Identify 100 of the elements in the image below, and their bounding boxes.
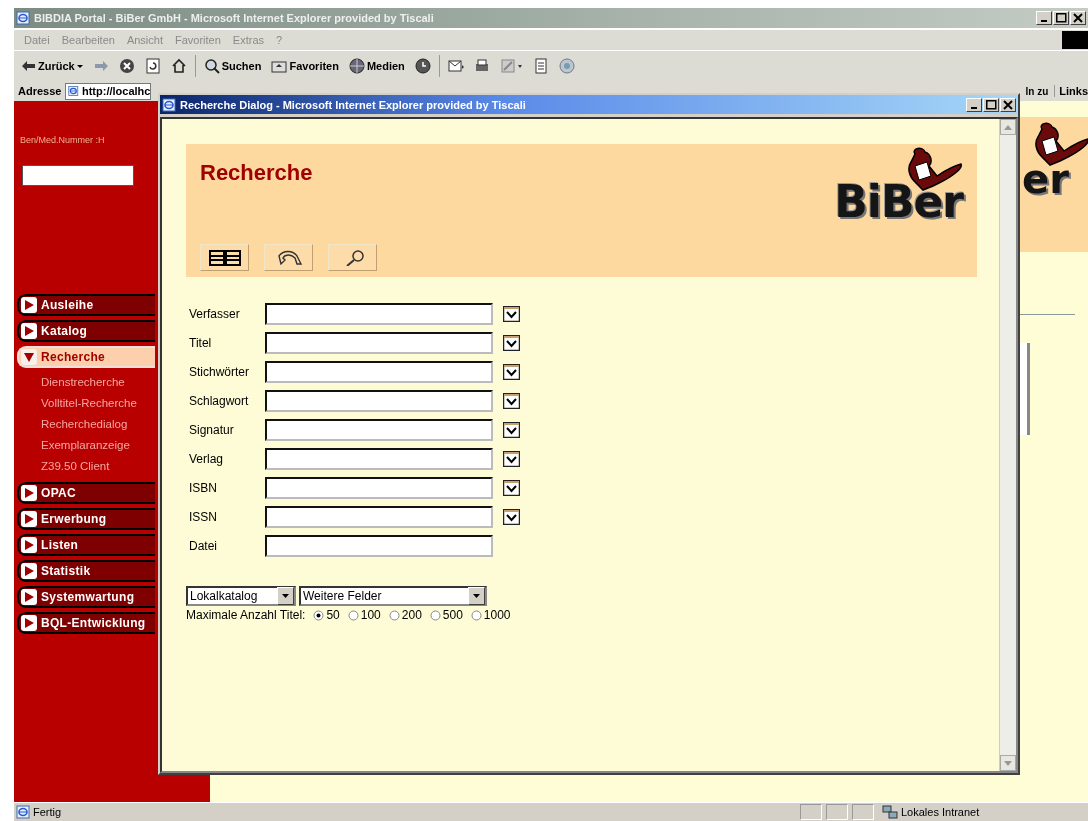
number-input-field[interactable] — [22, 165, 134, 186]
search-input-field[interactable] — [265, 303, 493, 325]
network-icon — [882, 805, 898, 819]
stop-icon — [118, 58, 135, 74]
picker-button[interactable] — [503, 451, 520, 467]
caret-icon — [473, 594, 480, 598]
refresh-icon — [144, 58, 161, 74]
printer-icon — [473, 58, 490, 74]
sidebar-subitem[interactable]: Volltitel-Recherche — [41, 397, 155, 409]
radio-option[interactable]: 500 — [429, 608, 463, 622]
sidebar-nav-item[interactable]: Ausleihe — [17, 294, 155, 316]
toolbar-button[interactable]: Zurück — [18, 58, 85, 74]
radio-option[interactable]: 200 — [388, 608, 422, 622]
search-input-field[interactable] — [265, 361, 493, 383]
field-label: Verfasser — [189, 307, 241, 321]
status-panel — [800, 804, 822, 820]
sidebar-nav-item[interactable]: Listen — [17, 534, 155, 556]
field-label: ISBN — [189, 481, 218, 495]
fields-select[interactable]: Weitere Felder — [299, 586, 487, 606]
ie-page-icon — [162, 97, 176, 112]
toolbar-button[interactable]: Favoriten — [269, 58, 341, 74]
search-input-field[interactable] — [265, 448, 493, 470]
sidebar-nav-item[interactable]: Recherche — [17, 346, 155, 368]
clock-globe-icon — [414, 58, 431, 74]
field-label: Verlag — [189, 452, 225, 466]
search-input-field[interactable] — [265, 506, 493, 528]
caret-icon — [282, 594, 289, 598]
sidebar-subitem[interactable]: Dienstrecherche — [41, 376, 155, 388]
picker-button[interactable] — [503, 306, 520, 322]
minimize-button[interactable] — [966, 97, 982, 112]
status-panel — [826, 804, 848, 820]
address-label: Adresse — [18, 85, 62, 97]
ie-page-icon — [16, 11, 30, 25]
toolbar-button[interactable] — [328, 244, 377, 271]
search-input-field[interactable] — [265, 419, 493, 441]
search-input-field[interactable] — [265, 477, 493, 499]
document-icon — [532, 58, 549, 74]
picker-button[interactable] — [503, 480, 520, 496]
close-icon — [1073, 13, 1083, 23]
sidebar-nav-item[interactable]: OPAC — [17, 482, 155, 504]
field-label: Ben/Med.Nummer :H — [20, 135, 106, 145]
ie-page-icon — [68, 84, 79, 98]
sidebar-subitem[interactable]: Exemplaranzeige — [41, 439, 155, 451]
radio-option[interactable]: 1000 — [470, 608, 511, 622]
picker-button[interactable] — [503, 364, 520, 380]
picker-button[interactable] — [503, 335, 520, 351]
forward-arrow-icon — [92, 58, 109, 74]
table-icon — [208, 249, 241, 266]
catalog-select[interactable]: Lokalkatalog — [186, 586, 296, 606]
home-icon — [170, 58, 187, 74]
go-label[interactable]: ln zu — [1025, 85, 1049, 97]
links-label[interactable]: Links — [1054, 85, 1088, 97]
field-label: ISSN — [189, 510, 218, 524]
sidebar-nav-item[interactable]: Katalog — [17, 320, 155, 342]
maximize-button[interactable] — [1053, 11, 1069, 25]
picker-button[interactable] — [503, 422, 520, 438]
sidebar-nav-item[interactable]: Systemwartung — [17, 586, 155, 608]
search-input-field[interactable] — [265, 535, 493, 557]
minimize-icon — [971, 106, 977, 109]
logo-text: BiBer — [834, 178, 963, 226]
sidebar-nav-item[interactable]: Statistik — [17, 560, 155, 582]
search-input-field[interactable] — [265, 332, 493, 354]
toolbar-button[interactable]: Suchen — [201, 58, 264, 74]
close-button[interactable] — [1000, 97, 1016, 112]
sidebar-nav-item[interactable]: Erwerbung — [17, 508, 155, 530]
dialog-title: Recherche Dialog - Microsoft Internet Explorer provided by Tiscali — [180, 98, 527, 111]
field-label: Schlagwort — [189, 394, 250, 408]
maximize-button[interactable] — [983, 97, 999, 112]
field-label: Signatur — [189, 423, 235, 437]
picker-button[interactable] — [503, 509, 520, 525]
window-title: BIBDIA Portal - BiBer GmbH - Microsoft Internet Explorer provided by Tiscali — [34, 12, 435, 24]
sidebar-nav-item[interactable]: BQL-Entwicklung — [17, 612, 155, 634]
maximize-icon — [985, 99, 997, 110]
close-button[interactable] — [1070, 11, 1086, 25]
radio-option[interactable]: 50 — [313, 608, 340, 622]
status-text: Fertig — [33, 806, 62, 818]
address-field[interactable]: http://localhc — [65, 82, 152, 100]
globe-icon — [348, 58, 365, 74]
picker-button[interactable] — [503, 393, 520, 409]
search-icon — [203, 58, 220, 74]
maximize-icon — [1055, 13, 1067, 23]
toolbar-button[interactable]: Medien — [346, 58, 407, 74]
mail-icon — [447, 58, 464, 74]
toolbar-button[interactable] — [412, 58, 433, 74]
toolbar-button[interactable] — [264, 244, 313, 271]
minimize-icon — [1041, 20, 1047, 22]
zone-text: Lokales Intranet — [901, 806, 980, 818]
sidebar-subitem[interactable]: Recherchedialog — [41, 418, 155, 430]
down-triangle-icon — [1004, 760, 1012, 766]
ie-page-icon — [16, 805, 30, 819]
caret-icon — [76, 64, 83, 68]
page-heading: Recherche — [200, 160, 314, 186]
toolbar-button[interactable] — [200, 244, 249, 271]
search-input-field[interactable] — [265, 390, 493, 412]
minimize-button[interactable] — [1036, 11, 1052, 25]
edit-icon — [499, 58, 523, 74]
field-label: Stichwörter — [189, 365, 251, 379]
radio-option[interactable]: 100 — [347, 608, 381, 622]
sidebar-subitem[interactable]: Z39.50 Client — [41, 460, 155, 472]
status-panel — [852, 804, 874, 820]
